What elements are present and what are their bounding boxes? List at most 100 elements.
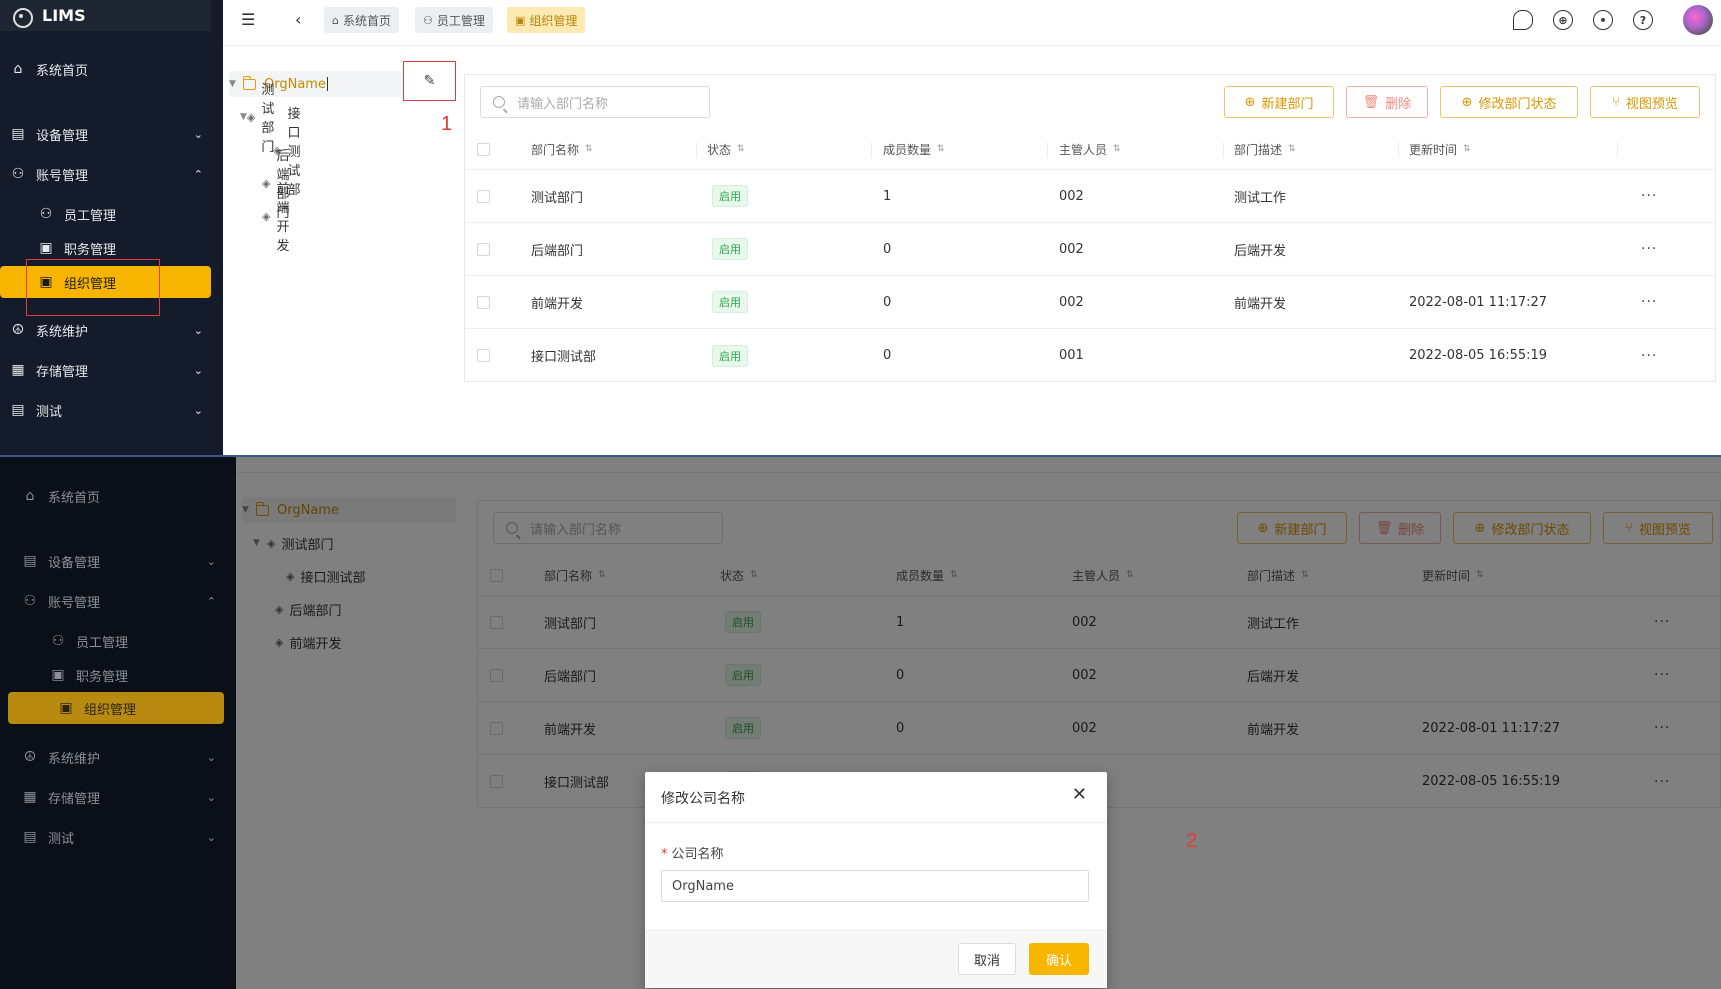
col-header[interactable]: 状态 ⇅ bbox=[707, 130, 745, 169]
col-header[interactable]: 更新时间 ⇅ bbox=[1409, 130, 1471, 169]
row-checkbox[interactable] bbox=[477, 349, 490, 362]
more-icon[interactable]: ··· bbox=[1641, 170, 1657, 222]
col-header[interactable]: 成员数量 ⇅ bbox=[896, 556, 958, 595]
message-icon[interactable] bbox=[1513, 10, 1533, 30]
sidebar-item-test[interactable]: ▤ 测试 ⌄ bbox=[0, 394, 223, 426]
select-all-checkbox[interactable] bbox=[477, 143, 490, 156]
col-header[interactable]: 主管人员 ⇅ bbox=[1072, 556, 1134, 595]
table-row[interactable]: 后端部门 启用 0 002 后端开发 ··· bbox=[465, 223, 1715, 276]
sidebar-item-devices[interactable]: ▤ 设备管理 ⌄ bbox=[0, 545, 236, 577]
row-checkbox[interactable] bbox=[477, 189, 490, 203]
tree-node[interactable]: ◈ 前端开发 bbox=[262, 182, 289, 254]
table-row[interactable]: 后端部门 启用 0 002 后端开发 ··· bbox=[478, 649, 1720, 702]
cell-name: 前端开发 bbox=[531, 296, 584, 312]
col-header[interactable]: 部门名称 ⇅ bbox=[544, 556, 606, 595]
table-row[interactable]: 测试部门 启用 1 002 测试工作 ··· bbox=[478, 596, 1720, 649]
view-preview-button[interactable]: ⑂ 视图预览 bbox=[1603, 512, 1713, 544]
modify-status-button[interactable]: ⊕ 修改部门状态 bbox=[1453, 512, 1591, 544]
sidebar-item-devices[interactable]: ▤ 设备管理 ⌄ bbox=[0, 118, 223, 150]
col-header[interactable]: 成员数量 ⇅ bbox=[883, 130, 945, 169]
highlight-box-organization bbox=[26, 259, 160, 316]
table-row[interactable]: 前端开发 启用 0 002 前端开发 2022-08-01 11:17:27 ·… bbox=[465, 276, 1715, 329]
search-input[interactable]: 请输入部门名称 bbox=[480, 86, 710, 118]
top-header: ☰ ‹ ⌂ 系统首页 ⚇ 员工管理 ▣ 组织管理 ⊕ • ? bbox=[223, 0, 1721, 46]
col-header[interactable]: 部门名称 ⇅ bbox=[531, 130, 593, 169]
sidebar-item-accounts[interactable]: ⚇ 账号管理 ⌃ bbox=[0, 585, 236, 617]
edit-button[interactable]: ✎ bbox=[403, 61, 456, 101]
col-header[interactable]: 主管人员 ⇅ bbox=[1059, 130, 1121, 169]
more-icon[interactable]: ··· bbox=[1654, 596, 1670, 648]
sidebar-item-storage[interactable]: ▦ 存储管理 ⌄ bbox=[0, 354, 223, 386]
more-icon[interactable]: ··· bbox=[1654, 755, 1670, 808]
modify-status-button[interactable]: ⊕ 修改部门状态 bbox=[1440, 86, 1578, 118]
row-checkbox[interactable] bbox=[490, 721, 503, 735]
tab-employees[interactable]: ⚇ 员工管理 bbox=[415, 7, 493, 33]
table-row[interactable]: 接口测试部 启用 0 001 2022-08-05 16:55:19 ··· bbox=[465, 329, 1715, 382]
company-name-input[interactable]: OrgName bbox=[661, 870, 1089, 902]
col-header[interactable]: 更新时间 ⇅ bbox=[1422, 556, 1484, 595]
tree-root[interactable]: ▼ OrgName bbox=[242, 497, 456, 523]
cell-name: 后端部门 bbox=[531, 243, 584, 259]
sidebar-item-test[interactable]: ▤ 测试 ⌄ bbox=[0, 821, 236, 853]
sidebar-item-accounts[interactable]: ⚇ 账号管理 ⌃ bbox=[0, 158, 223, 190]
more-icon[interactable]: ··· bbox=[1654, 649, 1670, 701]
new-dept-button[interactable]: ⊕ 新建部门 bbox=[1224, 86, 1334, 118]
more-icon[interactable]: ··· bbox=[1641, 329, 1657, 382]
tree-node[interactable]: ▼ ◈ 测试部门 bbox=[240, 83, 281, 155]
sidebar-item-employees[interactable]: ⚇ 员工管理 bbox=[0, 198, 223, 230]
sidebar-item-maintenance[interactable]: ☮ 系统维护 ⌄ bbox=[0, 314, 223, 346]
select-all-checkbox[interactable] bbox=[490, 569, 503, 582]
col-header[interactable]: 部门描述 ⇅ bbox=[1234, 130, 1296, 169]
sidebar-item-organization[interactable]: ▣ 组织管理 bbox=[8, 692, 224, 724]
more-icon[interactable]: ··· bbox=[1641, 223, 1657, 275]
sidebar-item-positions[interactable]: ▣ 职务管理 bbox=[0, 659, 236, 691]
cancel-button[interactable]: 取消 bbox=[958, 943, 1016, 975]
more-icon[interactable]: ··· bbox=[1654, 702, 1670, 754]
sidebar-item-home[interactable]: ⌂ 系统首页 bbox=[0, 480, 236, 512]
app-logo[interactable]: LIMS bbox=[0, 0, 211, 31]
col-header[interactable]: 状态 ⇅ bbox=[720, 556, 758, 595]
search-input[interactable]: 请输入部门名称 bbox=[493, 512, 723, 544]
col-header[interactable]: 部门描述 ⇅ bbox=[1247, 556, 1309, 595]
sort-icon: ⇅ bbox=[750, 570, 758, 580]
sidebar-item-maintenance[interactable]: ☮ 系统维护 ⌄ bbox=[0, 741, 236, 773]
sidebar-item-storage[interactable]: ▦ 存储管理 ⌄ bbox=[0, 781, 236, 813]
branch-icon: ⑂ bbox=[1612, 94, 1620, 110]
close-icon[interactable]: ✕ bbox=[1072, 784, 1087, 805]
tab-home[interactable]: ⌂ 系统首页 bbox=[324, 7, 399, 33]
sidebar-item-home[interactable]: ⌂ 系统首页 bbox=[0, 53, 223, 85]
cell-updated: 2022-08-01 11:17:27 bbox=[1409, 294, 1548, 310]
id-card-icon: ▣ bbox=[39, 240, 53, 256]
more-icon[interactable]: ··· bbox=[1641, 276, 1657, 328]
delete-button[interactable]: 🗑 删除 bbox=[1359, 512, 1441, 544]
table-row[interactable]: 前端开发 启用 0 002 前端开发 2022-08-01 11:17:27 ·… bbox=[478, 702, 1720, 755]
globe-icon[interactable]: ⊕ bbox=[1553, 10, 1573, 30]
view-preview-button[interactable]: ⑂ 视图预览 bbox=[1590, 86, 1700, 118]
table-row[interactable]: 测试部门 启用 1 002 测试工作 ··· bbox=[465, 170, 1715, 223]
cell-desc: 测试工作 bbox=[1234, 190, 1287, 206]
menu-fold-icon[interactable]: ☰ bbox=[241, 10, 255, 29]
sidebar-item-employees[interactable]: ⚇ 员工管理 bbox=[0, 625, 236, 657]
tab-organization[interactable]: ▣ 组织管理 bbox=[507, 7, 586, 33]
row-checkbox[interactable] bbox=[490, 668, 503, 682]
tree-node[interactable]: ◈ 接口测试部 bbox=[286, 563, 365, 589]
confirm-button[interactable]: 确认 bbox=[1029, 943, 1089, 975]
palette-icon[interactable]: • bbox=[1593, 10, 1613, 30]
chevron-down-icon: ⌄ bbox=[193, 323, 203, 337]
avatar[interactable] bbox=[1683, 5, 1713, 35]
tree-node[interactable]: ◈ 后端部门 bbox=[275, 596, 341, 622]
tree-node[interactable]: ▼ ◈ 测试部门 bbox=[253, 530, 333, 556]
row-checkbox[interactable] bbox=[490, 615, 503, 629]
row-checkbox[interactable] bbox=[490, 775, 503, 788]
row-checkbox[interactable] bbox=[477, 242, 490, 256]
new-dept-button[interactable]: ⊕ 新建部门 bbox=[1237, 512, 1347, 544]
help-icon[interactable]: ? bbox=[1633, 10, 1653, 30]
tree-node[interactable]: ◈ 前端开发 bbox=[275, 629, 341, 655]
row-checkbox[interactable] bbox=[477, 295, 490, 309]
delete-button[interactable]: 🗑 删除 bbox=[1346, 86, 1428, 118]
back-icon[interactable]: ‹ bbox=[295, 10, 301, 29]
tree-root[interactable]: ▼ OrgName bbox=[229, 71, 401, 97]
users-icon: ⚇ bbox=[51, 633, 65, 649]
cell-count: 1 bbox=[883, 188, 892, 204]
cell-updated: 2022-08-05 16:55:19 bbox=[1409, 348, 1548, 363]
